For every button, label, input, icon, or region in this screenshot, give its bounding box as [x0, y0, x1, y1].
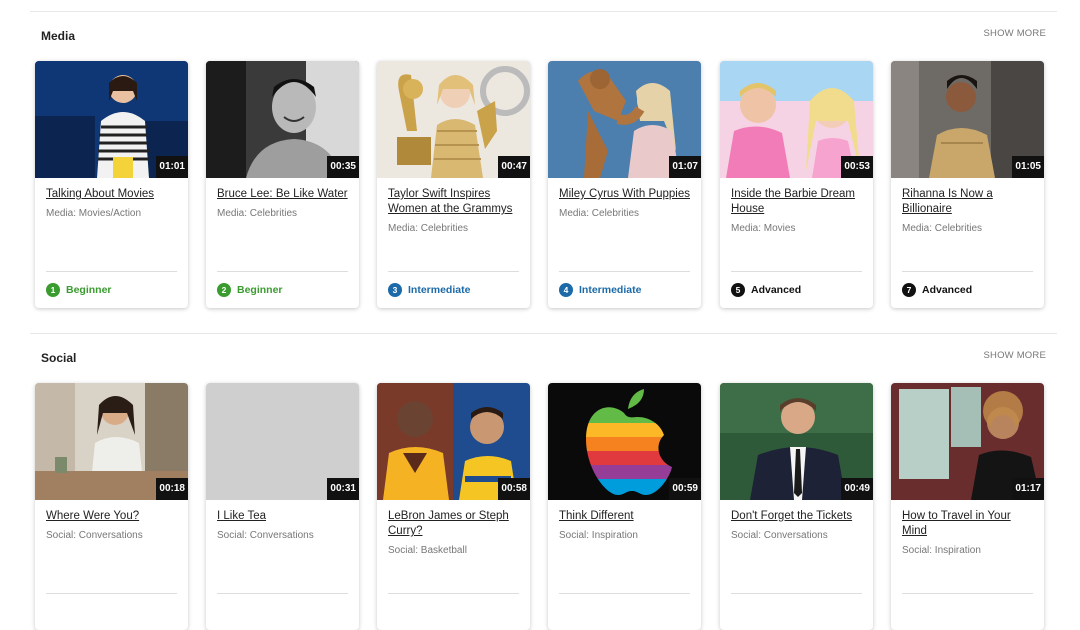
show-more-button[interactable]: SHOW MORE: [984, 350, 1047, 361]
card-divider: [388, 593, 519, 594]
level-label: Advanced: [751, 284, 802, 296]
video-thumbnail[interactable]: 00:18: [35, 383, 188, 500]
video-thumbnail[interactable]: 00:53: [720, 61, 873, 178]
level-indicator: 2 Beginner: [217, 282, 283, 298]
video-title-link[interactable]: Inside the Barbie Dream House: [731, 187, 863, 217]
card-divider: [388, 271, 519, 272]
level-indicator: 1 Beginner: [46, 282, 112, 298]
video-category: Social: Inspiration: [559, 530, 638, 541]
video-card[interactable]: 00:35 Bruce Lee: Be Like Water Media: Ce…: [206, 61, 359, 308]
section-title: Social: [41, 351, 77, 365]
card-divider: [217, 593, 348, 594]
level-label: Beginner: [66, 284, 112, 296]
level-label: Beginner: [237, 284, 283, 296]
video-category: Media: Celebrities: [902, 223, 983, 234]
level-indicator: 7 Advanced: [902, 282, 972, 298]
duration-badge: 00:47: [498, 156, 530, 178]
duration-badge: 01:01: [156, 156, 188, 178]
card-divider: [217, 271, 348, 272]
duration-badge: 01:07: [669, 156, 701, 178]
video-category: Media: Celebrities: [559, 208, 640, 219]
duration-badge: 00:31: [327, 478, 359, 500]
duration-badge: 00:58: [498, 478, 530, 500]
video-thumbnail[interactable]: 00:47: [377, 61, 530, 178]
video-title-link[interactable]: Think Different: [559, 509, 691, 524]
video-title-link[interactable]: How to Travel in Your Mind: [902, 509, 1034, 539]
video-title-link[interactable]: Taylor Swift Inspires Women at the Gramm…: [388, 187, 520, 217]
video-category: Media: Celebrities: [217, 208, 298, 219]
video-card[interactable]: 00:18 Where Were You? Social: Conversati…: [35, 383, 188, 630]
video-thumbnail[interactable]: 00:31: [206, 383, 359, 500]
video-category: Social: Inspiration: [902, 545, 981, 556]
video-thumbnail[interactable]: 01:17: [891, 383, 1044, 500]
video-thumbnail[interactable]: 00:35: [206, 61, 359, 178]
level-number-icon: 1: [46, 283, 60, 297]
card-divider: [902, 271, 1033, 272]
level-number-icon: 4: [559, 283, 573, 297]
level-label: Intermediate: [408, 284, 471, 296]
video-thumbnail[interactable]: 00:49: [720, 383, 873, 500]
level-indicator: 4 Intermediate: [559, 282, 641, 298]
video-category: Media: Celebrities: [388, 223, 469, 234]
video-title-link[interactable]: LeBron James or Steph Curry?: [388, 509, 520, 539]
video-category: Media: Movies/Action: [46, 208, 142, 219]
card-divider: [559, 271, 690, 272]
card-divider: [902, 593, 1033, 594]
video-category: Social: Conversations: [731, 530, 828, 541]
card-divider: [731, 271, 862, 272]
video-card[interactable]: 00:31 I Like Tea Social: Conversations: [206, 383, 359, 630]
duration-badge: 00:59: [669, 478, 701, 500]
video-thumbnail[interactable]: 01:05: [891, 61, 1044, 178]
section-title: Media: [41, 29, 76, 43]
video-category: Social: Conversations: [217, 530, 314, 541]
duration-badge: 01:17: [1012, 478, 1044, 500]
video-title-link[interactable]: Rihanna Is Now a Billionaire: [902, 187, 1034, 217]
video-card[interactable]: 01:17 How to Travel in Your Mind Social:…: [891, 383, 1044, 630]
video-category: Social: Conversations: [46, 530, 143, 541]
show-more-button[interactable]: SHOW MORE: [984, 28, 1047, 39]
card-divider: [559, 593, 690, 594]
duration-badge: 00:18: [156, 478, 188, 500]
video-thumbnail[interactable]: 00:58: [377, 383, 530, 500]
video-thumbnail[interactable]: 01:01: [35, 61, 188, 178]
duration-badge: 00:53: [841, 156, 873, 178]
duration-badge: 01:05: [1012, 156, 1044, 178]
video-card[interactable]: 00:59 Think Different Social: Inspiratio…: [548, 383, 701, 630]
video-thumbnail[interactable]: 01:07: [548, 61, 701, 178]
video-card[interactable]: 00:58 LeBron James or Steph Curry? Socia…: [377, 383, 530, 630]
video-title-link[interactable]: Where Were You?: [46, 509, 178, 524]
video-category: Media: Movies: [731, 223, 796, 234]
card-divider: [46, 271, 177, 272]
level-label: Intermediate: [579, 284, 642, 296]
card-divider: [46, 593, 177, 594]
video-title-link[interactable]: Miley Cyrus With Puppies: [559, 187, 691, 202]
video-card[interactable]: 01:05 Rihanna Is Now a Billionaire Media…: [891, 61, 1044, 308]
card-divider: [731, 593, 862, 594]
video-category: Social: Basketball: [388, 545, 467, 556]
level-number-icon: 5: [731, 283, 745, 297]
level-label: Advanced: [922, 284, 973, 296]
video-card[interactable]: 00:53 Inside the Barbie Dream House Medi…: [720, 61, 873, 308]
video-card[interactable]: 00:47 Taylor Swift Inspires Women at the…: [377, 61, 530, 308]
video-title-link[interactable]: I Like Tea: [217, 509, 349, 524]
duration-badge: 00:49: [841, 478, 873, 500]
video-thumbnail[interactable]: 00:59: [548, 383, 701, 500]
video-title-link[interactable]: Bruce Lee: Be Like Water: [217, 187, 349, 202]
video-card[interactable]: 00:49 Don't Forget the Tickets Social: C…: [720, 383, 873, 630]
level-indicator: 3 Intermediate: [388, 282, 470, 298]
duration-badge: 00:35: [327, 156, 359, 178]
video-card[interactable]: 01:07 Miley Cyrus With Puppies Media: Ce…: [548, 61, 701, 308]
level-number-icon: 7: [902, 283, 916, 297]
video-title-link[interactable]: Talking About Movies: [46, 187, 178, 202]
level-number-icon: 2: [217, 283, 231, 297]
video-card[interactable]: 01:01 Talking About Movies Media: Movies…: [35, 61, 188, 308]
level-indicator: 5 Advanced: [731, 282, 801, 298]
level-number-icon: 3: [388, 283, 402, 297]
video-title-link[interactable]: Don't Forget the Tickets: [731, 509, 863, 524]
